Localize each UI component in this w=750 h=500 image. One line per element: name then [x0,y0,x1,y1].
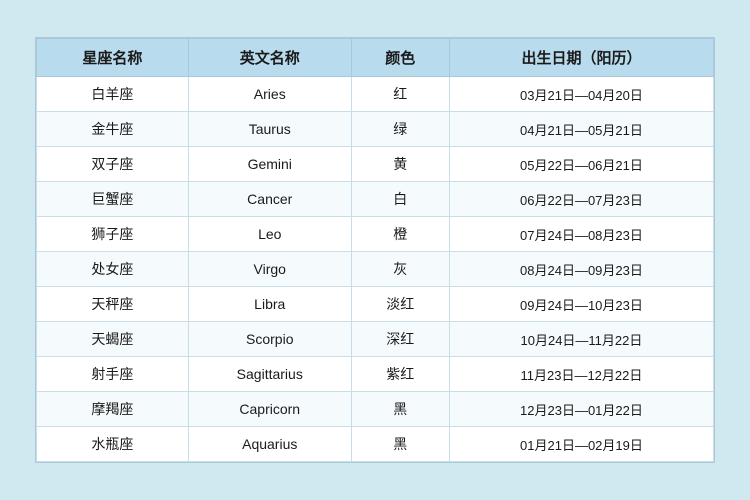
cell-chinese-name: 水瓶座 [37,427,189,462]
cell-chinese-name: 双子座 [37,147,189,182]
cell-dates: 06月22日—07月23日 [449,182,713,217]
cell-english-name: Libra [188,287,351,322]
cell-english-name: Sagittarius [188,357,351,392]
cell-chinese-name: 摩羯座 [37,392,189,427]
cell-chinese-name: 巨蟹座 [37,182,189,217]
cell-english-name: Virgo [188,252,351,287]
cell-color: 白 [351,182,449,217]
cell-dates: 08月24日—09月23日 [449,252,713,287]
table-row: 巨蟹座Cancer白06月22日—07月23日 [37,182,714,217]
cell-color: 黄 [351,147,449,182]
cell-color: 紫红 [351,357,449,392]
cell-chinese-name: 天蝎座 [37,322,189,357]
cell-dates: 11月23日—12月22日 [449,357,713,392]
cell-color: 红 [351,77,449,112]
cell-color: 灰 [351,252,449,287]
cell-dates: 05月22日—06月21日 [449,147,713,182]
cell-dates: 10月24日—11月22日 [449,322,713,357]
table-row: 白羊座Aries红03月21日—04月20日 [37,77,714,112]
cell-english-name: Cancer [188,182,351,217]
cell-english-name: Leo [188,217,351,252]
table-row: 金牛座Taurus绿04月21日—05月21日 [37,112,714,147]
table-row: 水瓶座Aquarius黑01月21日—02月19日 [37,427,714,462]
cell-chinese-name: 处女座 [37,252,189,287]
cell-english-name: Capricorn [188,392,351,427]
cell-english-name: Taurus [188,112,351,147]
header-dates: 出生日期（阳历） [449,39,713,77]
header-english-name: 英文名称 [188,39,351,77]
table-row: 射手座Sagittarius紫红11月23日—12月22日 [37,357,714,392]
table-body: 白羊座Aries红03月21日—04月20日金牛座Taurus绿04月21日—0… [37,77,714,462]
cell-color: 橙 [351,217,449,252]
table-row: 天秤座Libra淡红09月24日—10月23日 [37,287,714,322]
cell-chinese-name: 狮子座 [37,217,189,252]
cell-dates: 07月24日—08月23日 [449,217,713,252]
cell-dates: 12月23日—01月22日 [449,392,713,427]
header-color: 颜色 [351,39,449,77]
cell-chinese-name: 金牛座 [37,112,189,147]
cell-color: 淡红 [351,287,449,322]
table-row: 双子座Gemini黄05月22日—06月21日 [37,147,714,182]
zodiac-table-container: 星座名称 英文名称 颜色 出生日期（阳历） 白羊座Aries红03月21日—04… [35,37,715,463]
cell-chinese-name: 射手座 [37,357,189,392]
table-header-row: 星座名称 英文名称 颜色 出生日期（阳历） [37,39,714,77]
cell-dates: 09月24日—10月23日 [449,287,713,322]
cell-color: 黑 [351,392,449,427]
cell-color: 黑 [351,427,449,462]
cell-dates: 04月21日—05月21日 [449,112,713,147]
cell-color: 深红 [351,322,449,357]
table-row: 狮子座Leo橙07月24日—08月23日 [37,217,714,252]
table-row: 处女座Virgo灰08月24日—09月23日 [37,252,714,287]
cell-dates: 03月21日—04月20日 [449,77,713,112]
zodiac-table: 星座名称 英文名称 颜色 出生日期（阳历） 白羊座Aries红03月21日—04… [36,38,714,462]
cell-chinese-name: 天秤座 [37,287,189,322]
cell-english-name: Scorpio [188,322,351,357]
table-row: 摩羯座Capricorn黑12月23日—01月22日 [37,392,714,427]
cell-chinese-name: 白羊座 [37,77,189,112]
cell-english-name: Gemini [188,147,351,182]
cell-color: 绿 [351,112,449,147]
cell-english-name: Aries [188,77,351,112]
cell-dates: 01月21日—02月19日 [449,427,713,462]
cell-english-name: Aquarius [188,427,351,462]
table-row: 天蝎座Scorpio深红10月24日—11月22日 [37,322,714,357]
header-chinese-name: 星座名称 [37,39,189,77]
